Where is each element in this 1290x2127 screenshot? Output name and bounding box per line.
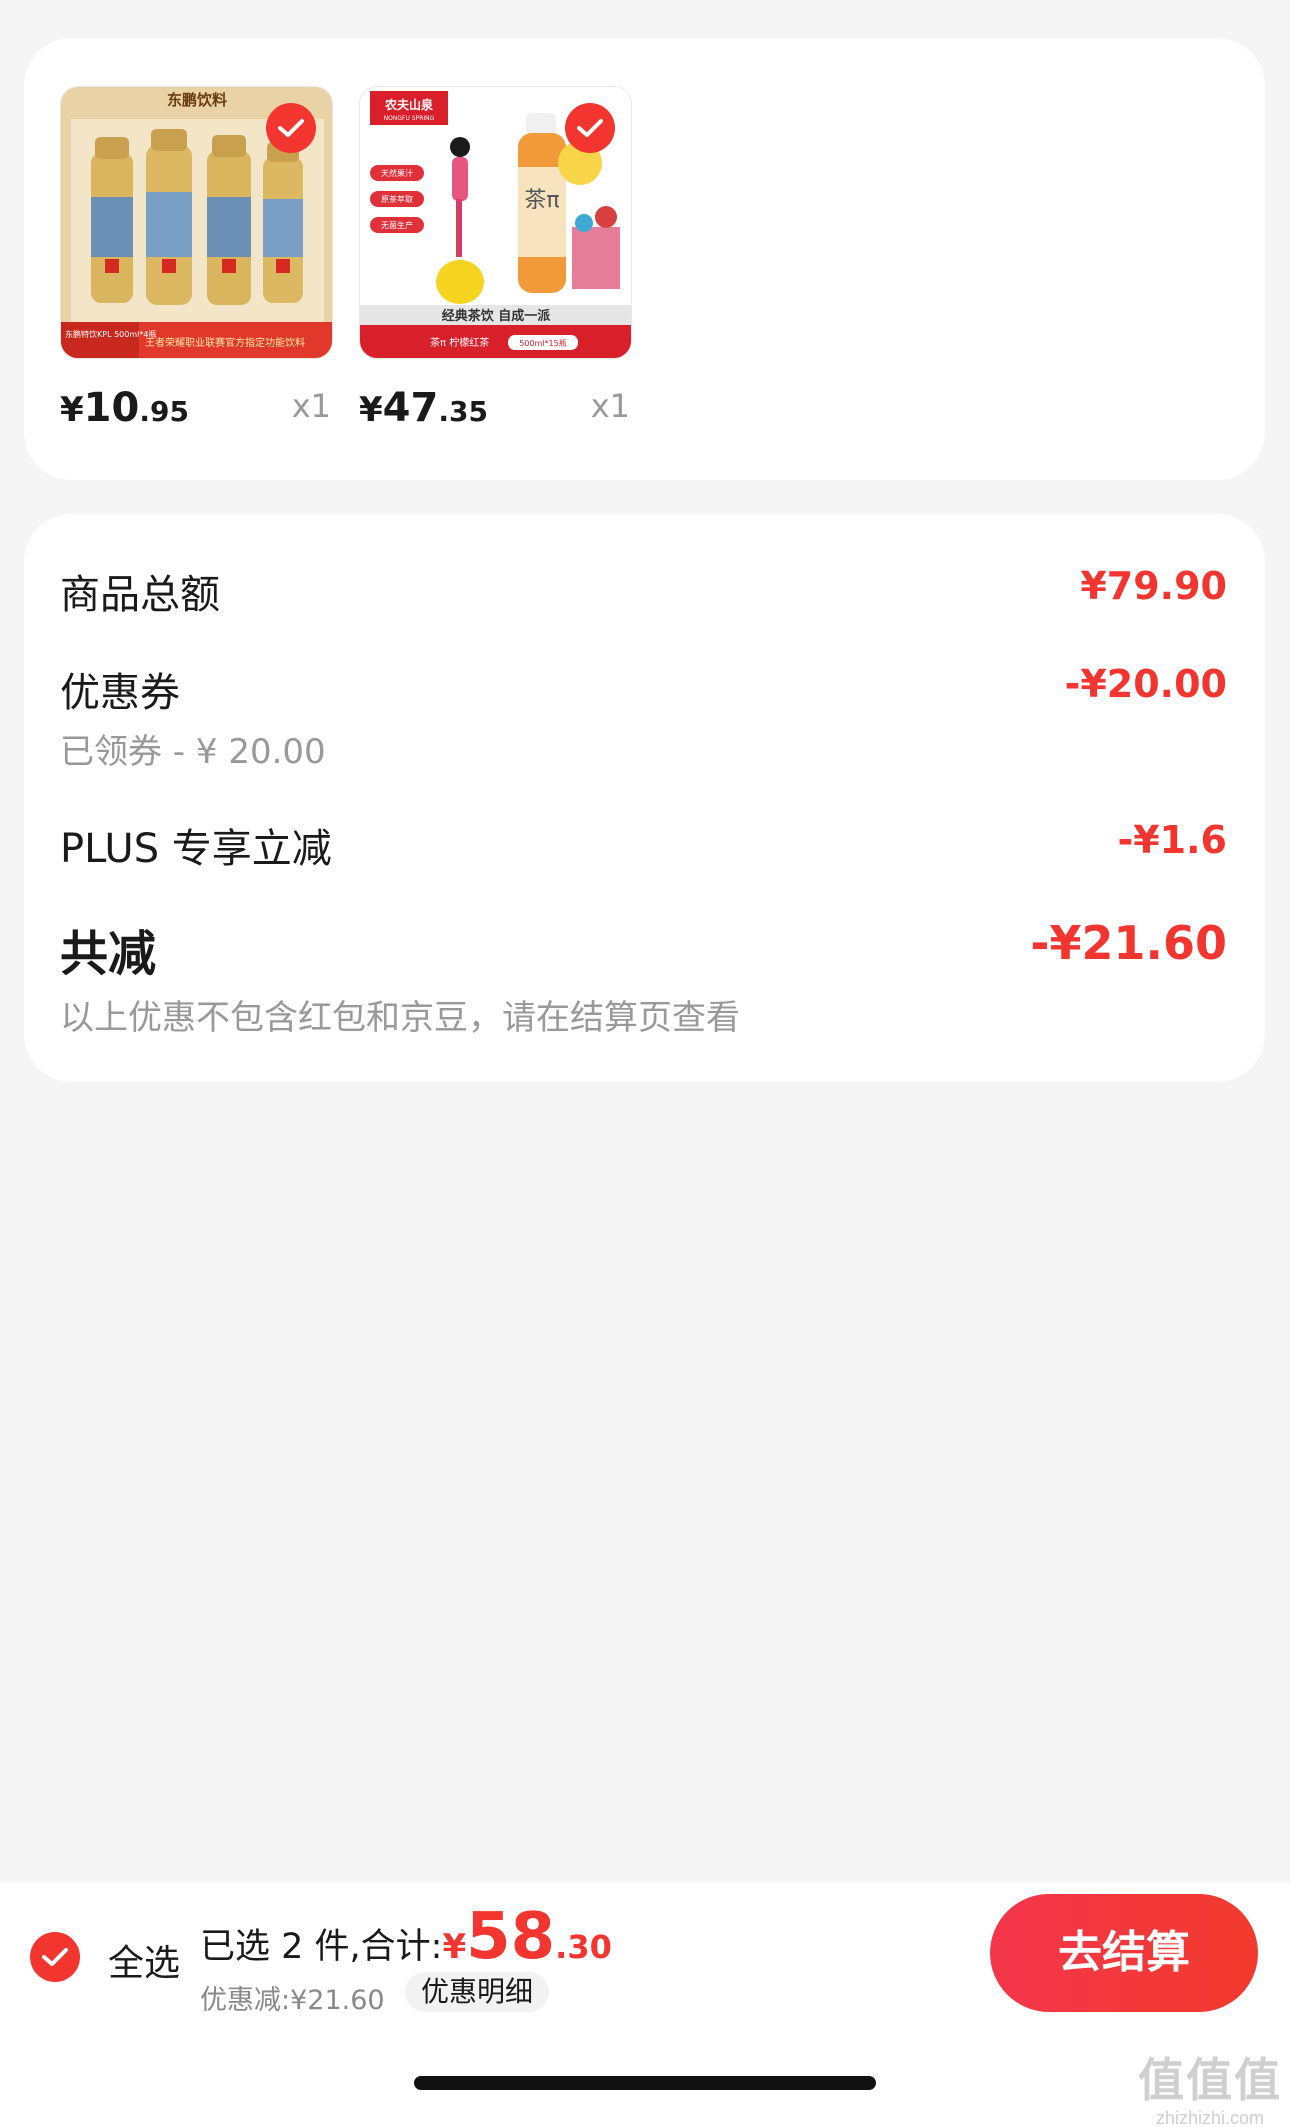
discount-summary-text: 优惠减:¥21.60	[200, 1985, 385, 2016]
product-item[interactable]: 东鹏饮料 王者荣耀职业联赛官方指定功能饮料 东鹏特饮KPL 500ml*4瓶 ¥…	[60, 86, 333, 439]
plus-discount-label: PLUS 专享立减	[60, 826, 332, 872]
bottle-text: 茶π	[524, 188, 559, 213]
goods-total-value: ¥79.90	[1080, 564, 1227, 608]
product-quantity: x1	[590, 387, 630, 425]
home-indicator-area	[0, 2022, 1290, 2127]
discount-detail-button[interactable]: 优惠明细	[405, 1972, 550, 2012]
tag-text: 原茶萃取	[381, 194, 413, 204]
total-reduce-label: 共减	[60, 926, 157, 982]
select-all-label[interactable]: 全选	[108, 1934, 180, 1986]
coupon-value: -¥20.00	[1064, 662, 1227, 706]
slogan-text: 经典茶饮 自成一派	[442, 308, 552, 324]
goods-total-label: 商品总额	[60, 572, 220, 618]
brand-text: 东鹏饮料	[167, 91, 227, 109]
checkout-button[interactable]: 去结算	[990, 1894, 1258, 2012]
tag-text: 东鹏特饮KPL 500ml*4瓶	[65, 329, 156, 339]
watermark: 值值值 zhizhizhi.com	[1138, 2044, 1282, 2127]
footer-text: 茶π 柠檬红茶	[430, 336, 489, 349]
brand-text: 农夫山泉	[384, 97, 434, 112]
tag-text: 天然果汁	[381, 168, 413, 178]
plus-discount-value: -¥1.6	[1117, 818, 1227, 862]
selected-check-icon[interactable]	[266, 103, 316, 153]
selected-count-text: 已选 2 件,合计:	[200, 1927, 443, 1967]
cart-summary-page: 东鹏饮料 王者荣耀职业联赛官方指定功能饮料 东鹏特饮KPL 500ml*4瓶 ¥…	[0, 0, 1290, 2127]
spec-text: 500ml*15瓶	[519, 338, 566, 348]
product-image-dongpeng[interactable]: 东鹏饮料 王者荣耀职业联赛官方指定功能饮料 东鹏特饮KPL 500ml*4瓶	[60, 86, 333, 359]
select-all-check-icon[interactable]	[30, 1932, 80, 1982]
brand-en-text: NONGFU SPRING	[384, 115, 435, 122]
total-amount: 已选 2 件,合计:¥58.30	[200, 1900, 612, 1974]
home-indicator[interactable]	[414, 2076, 876, 2090]
price-summary-card: 商品总额 ¥79.90 优惠券 -¥20.00 已领券 - ¥ 20.00 PL…	[24, 514, 1265, 1082]
product-price: ¥10.95	[60, 385, 189, 431]
product-image-nongfu[interactable]: 农夫山泉 NONGFU SPRING 天然果汁 原茶萃取 无菌生产 茶π 经典茶…	[359, 86, 632, 359]
product-quantity: x1	[291, 387, 331, 425]
tag-text: 无菌生产	[381, 220, 413, 230]
total-reduce-value: -¥21.60	[1030, 916, 1227, 970]
product-price: ¥47.35	[359, 385, 488, 431]
product-item[interactable]: 农夫山泉 NONGFU SPRING 天然果汁 原茶萃取 无菌生产 茶π 经典茶…	[359, 86, 632, 439]
discount-note: 以上优惠不包含红包和京豆，请在结算页查看	[60, 998, 740, 1038]
banner-text: 王者荣耀职业联赛官方指定功能饮料	[145, 336, 305, 349]
watermark-url: zhizhizhi.com	[1155, 2108, 1265, 2127]
checkout-bar: 全选 已选 2 件,合计:¥58.30 优惠减:¥21.60 优惠明细 去结算	[0, 1882, 1290, 2022]
selected-products-card: 东鹏饮料 王者荣耀职业联赛官方指定功能饮料 东鹏特饮KPL 500ml*4瓶 ¥…	[24, 38, 1265, 480]
watermark-text: 值值值	[1138, 2054, 1282, 2106]
coupon-label: 优惠券	[60, 670, 180, 716]
coupon-sub-text: 已领券 - ¥ 20.00	[60, 732, 326, 772]
selected-check-icon[interactable]	[565, 103, 615, 153]
